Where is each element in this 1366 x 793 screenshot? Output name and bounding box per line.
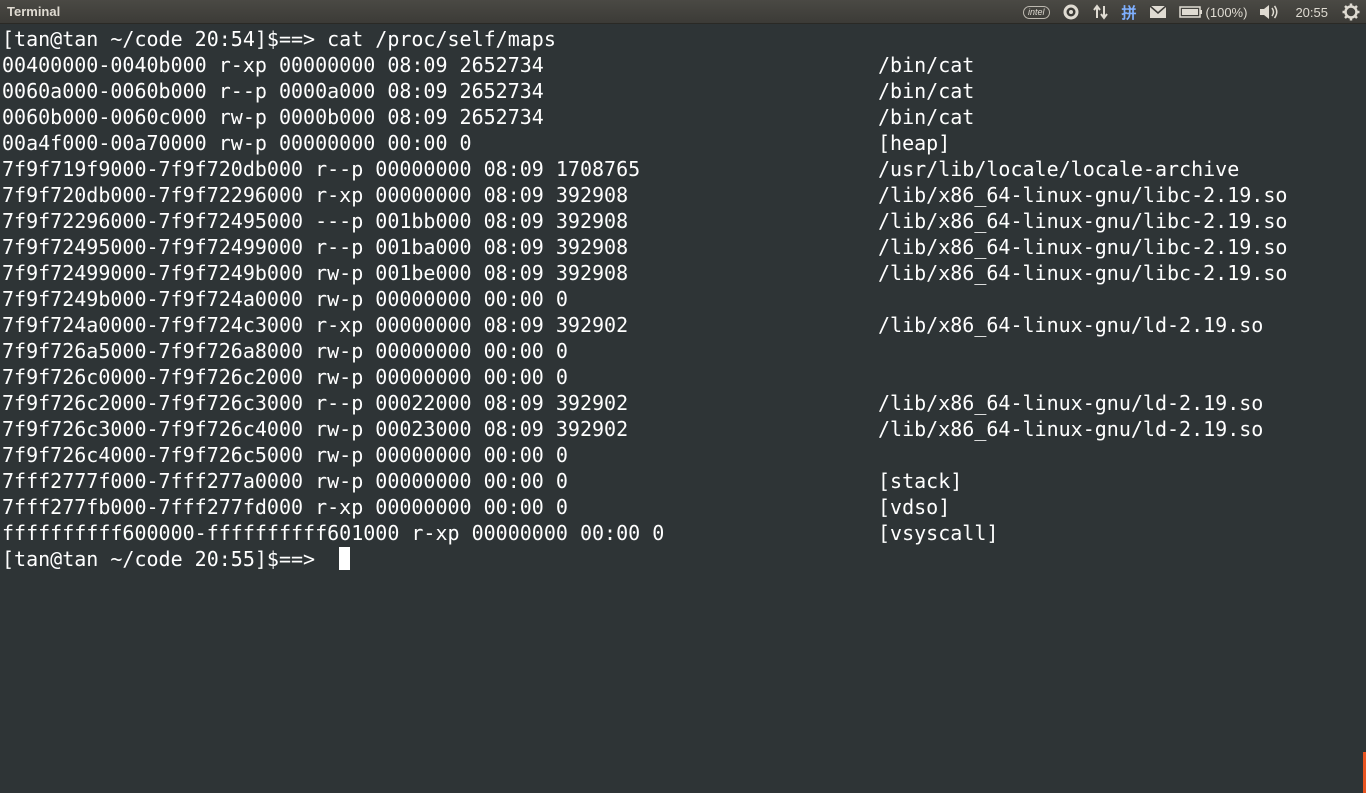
command-line: [tan@tan ~/code 20:54]$==> cat /proc/sel… <box>2 27 556 51</box>
map-row-path: /lib/x86_64-linux-gnu/libc-2.19.so <box>878 183 1288 207</box>
map-row-mapping: 7f9f7249b000-7f9f724a0000 rw-p 00000000 … <box>2 287 568 311</box>
app-title: Terminal <box>7 4 61 19</box>
map-row-mapping: 7f9f726a5000-7f9f726a8000 rw-p 00000000 … <box>2 339 568 363</box>
map-row-path: /bin/cat <box>878 53 975 77</box>
map-row-mapping: 00a4f000-00a70000 rw-p 00000000 00:00 0 <box>2 131 472 155</box>
map-row-path: /lib/x86_64-linux-gnu/libc-2.19.so <box>878 261 1288 285</box>
map-row-mapping: 7f9f72499000-7f9f7249b000 rw-p 001be000 … <box>2 261 629 285</box>
input-method-glyph: 拼 <box>1121 4 1137 22</box>
map-row-mapping: 0060b000-0060c000 rw-p 0000b000 08:09 26… <box>2 105 544 129</box>
gear-icon[interactable] <box>1336 0 1366 24</box>
map-row-path: /lib/x86_64-linux-gnu/libc-2.19.so <box>878 209 1288 233</box>
map-row-mapping: 0060a000-0060b000 r--p 0000a000 08:09 26… <box>2 79 544 103</box>
intel-label: intel <box>1023 5 1050 19</box>
map-row-mapping: 7f9f72296000-7f9f72495000 ---p 001bb000 … <box>2 209 629 233</box>
map-row-path: /bin/cat <box>878 79 975 103</box>
map-row-mapping: 7fff277fb000-7fff277fd000 r-xp 00000000 … <box>2 495 568 519</box>
map-row-path: /lib/x86_64-linux-gnu/libc-2.19.so <box>878 235 1288 259</box>
clock[interactable]: 20:55 <box>1285 0 1336 24</box>
battery-percent: (100%) <box>1205 4 1248 20</box>
map-row-mapping: 7f9f720db000-7f9f72296000 r-xp 00000000 … <box>2 183 629 207</box>
input-method-icon[interactable]: 拼 <box>1116 0 1143 24</box>
map-row-mapping: 7f9f726c2000-7f9f726c3000 r--p 00022000 … <box>2 391 629 415</box>
text-cursor <box>339 547 351 570</box>
sync-icon[interactable] <box>1056 0 1086 24</box>
map-row-mapping: 7f9f719f9000-7f9f720db000 r--p 00000000 … <box>2 157 641 181</box>
intel-icon[interactable]: intel <box>1017 0 1056 24</box>
map-row-mapping: 7fff2777f000-7fff277a0000 rw-p 00000000 … <box>2 469 568 493</box>
indicator-area: intel 拼 (100%) 20:55 <box>1017 0 1366 24</box>
prompt-text: [tan@tan ~/code 20:55]$==> <box>2 547 328 571</box>
map-row-mapping: 7f9f726c0000-7f9f726c2000 rw-p 00000000 … <box>2 365 568 389</box>
map-row-path: /lib/x86_64-linux-gnu/ld-2.19.so <box>878 313 1264 337</box>
map-row-path: [vdso] <box>878 495 951 519</box>
map-row-mapping: ffffffffff600000-ffffffffff601000 r-xp 0… <box>2 521 665 545</box>
map-row-mapping: 7f9f72495000-7f9f72499000 r--p 001ba000 … <box>2 235 629 259</box>
map-row-mapping: 7f9f726c3000-7f9f726c4000 rw-p 00023000 … <box>2 417 629 441</box>
prompt-line[interactable]: [tan@tan ~/code 20:55]$==> <box>2 546 351 572</box>
battery-indicator[interactable]: (100%) <box>1173 0 1254 24</box>
map-row-path: /usr/lib/locale/locale-archive <box>878 157 1240 181</box>
terminal-window[interactable]: [tan@tan ~/code 20:54]$==> cat /proc/sel… <box>0 25 1366 793</box>
map-row-path: [stack] <box>878 469 963 493</box>
map-row-mapping: 7f9f726c4000-7f9f726c5000 rw-p 00000000 … <box>2 443 568 467</box>
map-row-path: /lib/x86_64-linux-gnu/ld-2.19.so <box>878 417 1264 441</box>
mail-icon[interactable] <box>1143 0 1173 24</box>
map-row-path: [heap] <box>878 131 951 155</box>
map-row-path: [vsyscall] <box>878 521 999 545</box>
map-row-path: /lib/x86_64-linux-gnu/ld-2.19.so <box>878 391 1264 415</box>
volume-icon[interactable] <box>1253 0 1285 24</box>
map-row-mapping: 7f9f724a0000-7f9f724c3000 r-xp 00000000 … <box>2 313 629 337</box>
top-panel: Terminal intel 拼 (100%) 20:55 <box>0 0 1366 24</box>
network-icon[interactable] <box>1086 0 1116 24</box>
map-row-mapping: 00400000-0040b000 r-xp 00000000 08:09 26… <box>2 53 544 77</box>
battery-icon <box>1178 6 1202 18</box>
map-row-path: /bin/cat <box>878 105 975 129</box>
